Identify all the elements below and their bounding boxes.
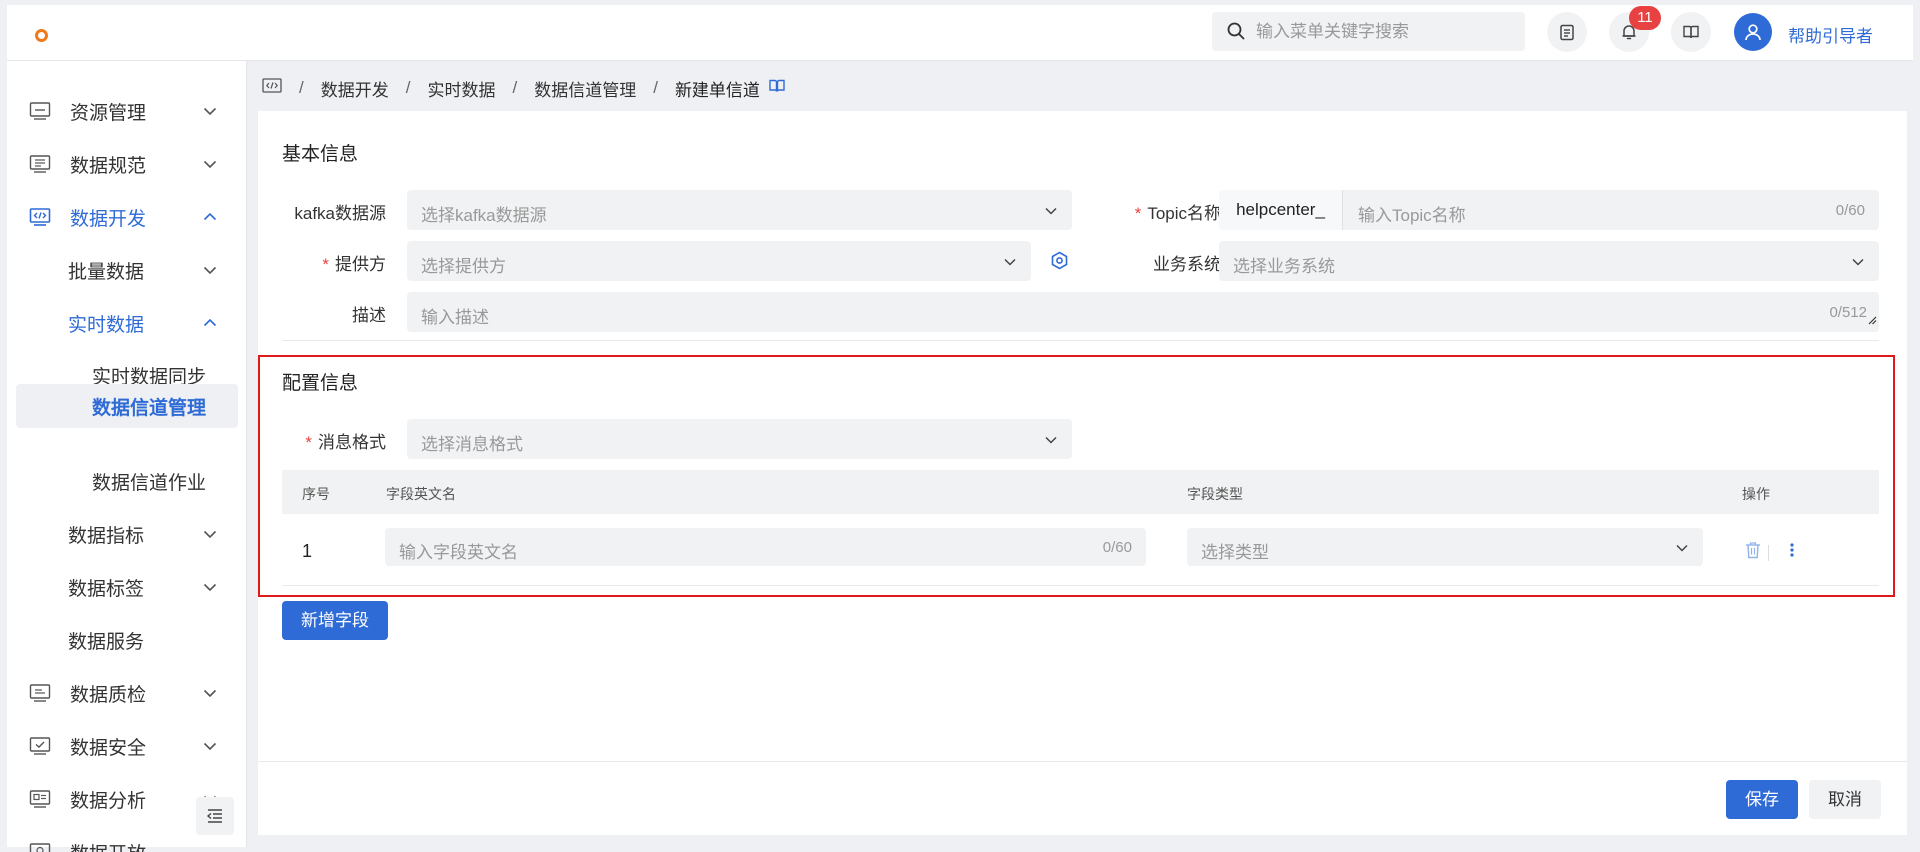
sidebar-item-quality[interactable]: 数据质检 — [7, 671, 247, 715]
resource-icon — [29, 101, 51, 127]
search-input[interactable] — [1256, 12, 1511, 51]
breadcrumb-separator: / — [653, 78, 658, 97]
sidebar-item-channel-job[interactable]: 数据信道作业 — [7, 459, 247, 503]
biz-placeholder: 选择业务系统 — [1233, 257, 1335, 276]
desc-placeholder: 输入描述 — [421, 308, 489, 327]
indent-icon — [206, 809, 222, 823]
topic-label: * Topic名称 — [1134, 204, 1221, 223]
add-field-button[interactable]: 新增字段 — [282, 601, 388, 640]
sidebar-item-realtime[interactable]: 实时数据 — [7, 301, 247, 345]
menu-search — [1212, 12, 1525, 51]
highlight-frame — [258, 355, 1895, 597]
sidebar-item-label: 批量数据 — [68, 261, 145, 283]
provider-placeholder: 选择提供方 — [421, 257, 506, 276]
sidebar-item-label: 数据开发 — [70, 208, 147, 230]
breadcrumb-separator: / — [299, 78, 304, 97]
footer-divider — [258, 761, 1907, 762]
chevron-down-icon — [202, 738, 218, 760]
task-board-button[interactable] — [1547, 12, 1587, 52]
notification-badge: 11 — [1629, 6, 1661, 30]
provider-select[interactable]: 选择提供方 — [407, 241, 1031, 281]
security-icon — [29, 736, 51, 762]
breadcrumb-current: 新建单信道 — [674, 80, 760, 100]
cancel-button[interactable]: 取消 — [1809, 780, 1881, 819]
analysis-icon — [29, 789, 51, 815]
desc-label: 描述 — [352, 306, 386, 325]
help-doc-button[interactable] — [1671, 12, 1711, 52]
sidebar-item-tags[interactable]: 数据标签 — [7, 565, 247, 609]
sidebar-item-label: 数据标签 — [68, 578, 145, 600]
topic-input-group[interactable]: helpcenter_ 输入Topic名称 0/60 — [1219, 190, 1879, 230]
code-icon — [29, 207, 51, 233]
biz-select[interactable]: 选择业务系统 — [1219, 241, 1879, 281]
sidebar-item-label: 数据质检 — [70, 684, 147, 706]
book-icon — [1683, 25, 1699, 39]
avatar[interactable] — [1734, 13, 1772, 51]
sidebar-item-label: 数据指标 — [68, 525, 145, 547]
code-icon[interactable] — [262, 77, 282, 100]
chevron-up-icon — [202, 315, 218, 337]
sidebar-item-dev[interactable]: 数据开发 — [7, 195, 247, 239]
logo-icon[interactable] — [35, 29, 48, 42]
user-icon — [1745, 24, 1761, 41]
save-button[interactable]: 保存 — [1726, 780, 1798, 819]
user-name[interactable]: 帮助引导者 — [1788, 22, 1873, 47]
sidebar-item-batch[interactable]: 批量数据 — [7, 248, 247, 292]
search-icon — [1227, 22, 1245, 45]
kafka-placeholder: 选择kafka数据源 — [421, 206, 547, 225]
desc-textarea[interactable]: 输入描述 0/512 — [407, 292, 1879, 332]
sidebar-item-label: 数据分析 — [70, 790, 147, 812]
topic-char-count: 0/60 — [1835, 202, 1865, 219]
breadcrumb-item[interactable]: 数据信道管理 — [534, 76, 636, 101]
open-icon — [29, 842, 51, 852]
settings-icon[interactable] — [1050, 251, 1069, 275]
provider-label: * 提供方 — [322, 255, 386, 274]
book-icon[interactable] — [768, 78, 786, 99]
breadcrumb-item[interactable]: 实时数据 — [427, 76, 495, 101]
topic-prefix: helpcenter_ — [1219, 190, 1343, 230]
breadcrumb-item[interactable]: 数据开发 — [321, 76, 389, 101]
resize-handle-icon[interactable] — [1867, 310, 1877, 330]
chevron-down-icon — [1851, 254, 1865, 274]
sidebar-collapse-button[interactable] — [196, 797, 234, 835]
sidebar-item-label: 数据信道管理 — [92, 397, 207, 419]
chevron-down-icon — [202, 579, 218, 601]
sidebar-item-label: 实时数据 — [68, 314, 145, 336]
chevron-up-icon — [202, 209, 218, 231]
basic-info-title: 基本信息 — [282, 144, 359, 165]
topic-input[interactable]: 输入Topic名称 — [1358, 201, 1466, 226]
sidebar-item-label: 数据规范 — [70, 155, 147, 177]
sidebar-item-label: 资源管理 — [70, 102, 147, 124]
sidebar-item-metrics[interactable]: 数据指标 — [7, 512, 247, 556]
breadcrumb-separator: / — [512, 78, 518, 97]
kafka-select[interactable]: 选择kafka数据源 — [407, 190, 1072, 230]
spec-icon — [29, 154, 51, 180]
chevron-down-icon — [202, 262, 218, 284]
sidebar-item-label: 数据服务 — [68, 631, 145, 653]
sidebar-item-channel-manage[interactable]: 数据信道管理 — [16, 384, 238, 428]
chevron-down-icon — [202, 685, 218, 707]
kafka-label: kafka数据源 — [294, 204, 386, 223]
chevron-down-icon — [202, 103, 218, 125]
biz-label: 业务系统 — [1153, 255, 1221, 274]
sidebar-item-security[interactable]: 数据安全 — [7, 724, 247, 768]
clipboard-icon — [1560, 24, 1574, 41]
sidebar-item-label: 数据安全 — [70, 737, 147, 759]
top-bar: 11 帮助引导者 — [7, 5, 1913, 61]
sidebar: 资源管理 数据规范 数据开发 批量数据 实时数据 实时数据同步 数据信道管理 数… — [7, 61, 247, 852]
chevron-down-icon — [1003, 254, 1017, 274]
sidebar-item-resource[interactable]: 资源管理 — [7, 89, 247, 133]
breadcrumb-separator: / — [405, 78, 411, 97]
desc-char-count: 0/512 — [1829, 304, 1867, 321]
breadcrumb: / 数据开发 / 实时数据 / 数据信道管理 / 新建单信道 — [262, 74, 786, 102]
sidebar-item-label: 数据开放 — [70, 839, 146, 852]
chevron-down-icon — [1044, 203, 1058, 223]
sidebar-item-service[interactable]: 数据服务 — [7, 618, 247, 662]
chevron-down-icon — [202, 156, 218, 178]
quality-icon — [29, 683, 51, 709]
chevron-down-icon — [202, 526, 218, 548]
sidebar-item-label: 数据信道作业 — [92, 472, 207, 494]
sidebar-item-spec[interactable]: 数据规范 — [7, 142, 247, 186]
section-divider — [282, 340, 1879, 341]
